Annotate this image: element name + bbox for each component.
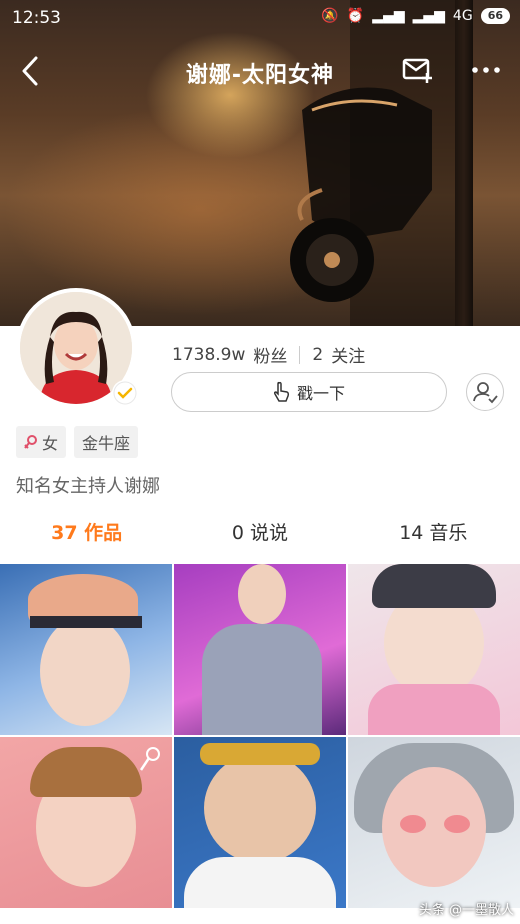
stats-divider: [299, 345, 301, 364]
video-grid: 头条 @一墨散人: [0, 564, 520, 924]
nav-bar: 谢娜-太阳女神: [0, 48, 520, 94]
profile-section: 1738.9w 粉丝 2 关注 戳一下 女 金牛座 知名女主持人谢娜 37 作品…: [0, 288, 520, 564]
following-label[interactable]: 关注: [331, 342, 365, 367]
signal-icon-2: ▂▄▆: [412, 8, 445, 24]
more-icon[interactable]: [470, 56, 502, 84]
status-time: 12:53: [12, 8, 61, 28]
gender-label: 女: [42, 434, 59, 453]
fans-label[interactable]: 粉丝: [253, 342, 287, 367]
alarm-icon: ⏰: [346, 8, 365, 24]
video-thumbnail[interactable]: [0, 564, 172, 735]
message-icon[interactable]: [402, 56, 434, 84]
signal-icon: ▂▄▆: [372, 8, 405, 24]
fans-count[interactable]: 1738.9w: [172, 345, 245, 365]
female-gender-icon: [24, 435, 37, 449]
bio-text: 知名女主持人谢娜: [16, 476, 160, 497]
avatar-frame: [16, 288, 138, 408]
tab-works[interactable]: 37 作品: [0, 516, 173, 562]
content-tabs: 37 作品 0 说说 14 音乐: [0, 516, 520, 562]
following-count[interactable]: 2: [312, 345, 323, 365]
video-thumbnail[interactable]: [174, 737, 346, 908]
video-thumbnail[interactable]: [348, 737, 520, 908]
follow-user-icon[interactable]: [466, 373, 504, 411]
microphone-icon: [139, 747, 160, 771]
tab-posts[interactable]: 0 说说: [173, 516, 346, 562]
mute-icon: 🔕: [321, 8, 339, 24]
verified-badge-icon: [112, 380, 138, 406]
status-bar: 12:53 🔕 ⏰ ▂▄▆ ▂▄▆ 4G 66: [0, 0, 520, 36]
video-thumbnail[interactable]: [348, 564, 520, 735]
watermark: 头条 @一墨散人: [418, 903, 514, 918]
tab-music[interactable]: 14 音乐: [347, 516, 520, 562]
network-type: 4G: [452, 8, 473, 24]
battery-icon: 66: [480, 8, 510, 24]
gender-tag: 女: [16, 426, 67, 458]
follow-stats: 1738.9w 粉丝 2 关注: [172, 342, 365, 368]
page-title: 谢娜-太阳女神: [185, 63, 335, 88]
poke-label: 戳一下: [296, 384, 345, 403]
poke-button[interactable]: 戳一下: [171, 372, 447, 412]
hand-pointer-icon: [273, 381, 290, 402]
zodiac-tag: 金牛座: [74, 426, 139, 458]
video-thumbnail[interactable]: [0, 737, 172, 908]
scooter-illustration: [290, 87, 432, 302]
zodiac-label: 金牛座: [82, 434, 131, 453]
video-thumbnail[interactable]: [174, 564, 346, 735]
